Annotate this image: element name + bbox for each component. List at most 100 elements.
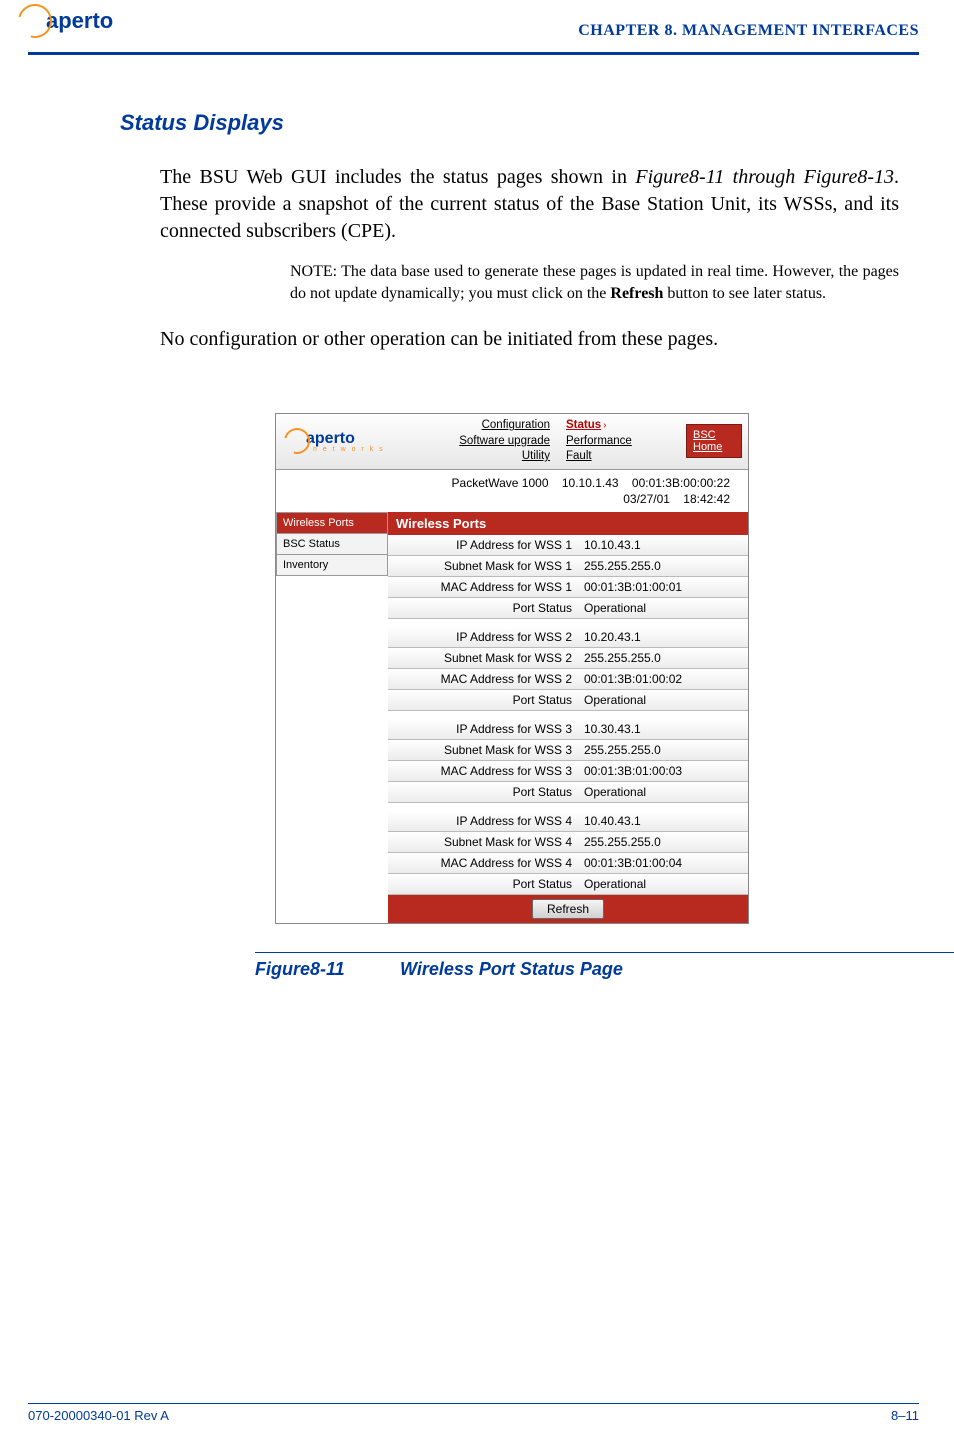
figure-title: Wireless Port Status Page [400,959,623,979]
port-row: MAC Address for WSS 300:01:3B:01:00:03 [388,761,748,782]
refresh-bar: Refresh [388,895,748,923]
port-row: IP Address for WSS 110.10.43.1 [388,535,748,556]
port-row-label: Subnet Mask for WSS 3 [388,740,578,760]
note-label: NOTE: [290,263,337,280]
topnav-configuration[interactable]: Configuration [430,418,550,434]
refresh-button[interactable]: Refresh [532,899,604,919]
topnav-col-2: Status› Performance Fault [558,414,686,469]
port-row: Port StatusOperational [388,874,748,895]
topnav-fault[interactable]: Fault [566,449,678,465]
sidebar-item-inventory[interactable]: Inventory [276,555,388,576]
figure-wrap: aperto n e t w o r k s Configuration Sof… [275,413,747,980]
port-block-spacer [388,711,748,719]
port-row: MAC Address for WSS 200:01:3B:01:00:02 [388,669,748,690]
gui-top-bar: aperto n e t w o r k s Configuration Sof… [276,414,748,470]
device-date: 03/27/01 [623,492,670,506]
gui-screenshot: aperto n e t w o r k s Configuration Sof… [275,413,749,924]
gui-sidebar: Wireless Ports BSC Status Inventory [276,512,388,576]
port-row: Subnet Mask for WSS 2255.255.255.0 [388,648,748,669]
port-row-label: Port Status [388,690,578,710]
port-row-label: MAC Address for WSS 3 [388,761,578,781]
port-row: IP Address for WSS 310.30.43.1 [388,719,748,740]
port-row-value: 00:01:3B:01:00:04 [578,853,748,873]
topnav-utility[interactable]: Utility [430,449,550,465]
active-caret-icon: › [603,420,606,431]
bsc-home-button[interactable]: BSC Home [686,424,742,458]
port-row: IP Address for WSS 410.40.43.1 [388,811,748,832]
closing-paragraph: No configuration or other operation can … [160,326,899,353]
page-footer: 070-20000340-01 Rev A 8–11 [28,1403,919,1423]
gui-logo: aperto n e t w o r k s [276,414,422,469]
intro-figure-ref: Figure8-11 through Figure8-13 [635,166,894,188]
gui-infobar-line1: PacketWave 1000 10.10.1.43 00:01:3B:00:0… [276,470,748,492]
topnav-status-label: Status [566,419,601,431]
port-row-label: Port Status [388,598,578,618]
port-row-value: 10.10.43.1 [578,535,748,555]
port-row-label: IP Address for WSS 1 [388,535,578,555]
port-row-label: MAC Address for WSS 1 [388,577,578,597]
section-heading: Status Displays [120,110,899,136]
gui-body: Wireless Ports BSC Status Inventory Wire… [276,512,748,923]
footer-right: 8–11 [891,1408,919,1423]
topnav-software-upgrade[interactable]: Software upgrade [430,434,550,450]
note-block: NOTE: The data base used to generate the… [290,261,899,304]
port-row-label: MAC Address for WSS 4 [388,853,578,873]
intro-paragraph: The BSU Web GUI includes the status page… [160,164,899,245]
port-row-label: IP Address for WSS 2 [388,627,578,647]
brand-logo: aperto [18,4,113,38]
port-row: MAC Address for WSS 400:01:3B:01:00:04 [388,853,748,874]
port-row-value: 10.40.43.1 [578,811,748,831]
figure-number: Figure8-11 [255,959,395,980]
device-time: 18:42:42 [683,492,730,506]
port-row-value: 255.255.255.0 [578,556,748,576]
sidebar-item-wireless-ports[interactable]: Wireless Ports [276,512,388,534]
port-row-value: Operational [578,782,748,802]
port-row-label: Subnet Mask for WSS 2 [388,648,578,668]
port-block-spacer [388,619,748,627]
logo-text: aperto [46,8,113,34]
page-content: Status Displays The BSU Web GUI includes… [120,110,899,980]
port-row: Subnet Mask for WSS 3255.255.255.0 [388,740,748,761]
port-row-value: 255.255.255.0 [578,740,748,760]
port-row-value: 10.30.43.1 [578,719,748,739]
port-row: Port StatusOperational [388,690,748,711]
device-mac: 00:01:3B:00:00:22 [632,476,730,490]
port-row-value: 255.255.255.0 [578,648,748,668]
footer-left: 070-20000340-01 Rev A [28,1408,169,1423]
page-header: aperto CHAPTER 8. MANAGEMENT INTERFACES [28,10,919,55]
note-text-b: button to see later status. [663,285,826,302]
port-row-value: Operational [578,690,748,710]
port-row-label: IP Address for WSS 3 [388,719,578,739]
ports-container: IP Address for WSS 110.10.43.1Subnet Mas… [388,535,748,895]
port-row: IP Address for WSS 210.20.43.1 [388,627,748,648]
panel-header: Wireless Ports [388,512,748,535]
port-row-label: MAC Address for WSS 2 [388,669,578,689]
port-row-label: Port Status [388,782,578,802]
port-row-label: IP Address for WSS 4 [388,811,578,831]
port-row-value: 255.255.255.0 [578,832,748,852]
port-row: Port StatusOperational [388,598,748,619]
port-row-value: 00:01:3B:01:00:03 [578,761,748,781]
figure-caption: Figure8-11 Wireless Port Status Page [255,959,747,980]
port-row: MAC Address for WSS 100:01:3B:01:00:01 [388,577,748,598]
gui-infobar-line2: 03/27/01 18:42:42 [276,492,748,512]
port-row: Subnet Mask for WSS 1255.255.255.0 [388,556,748,577]
port-block-spacer [388,803,748,811]
figure-rule [255,952,954,953]
port-row-label: Subnet Mask for WSS 1 [388,556,578,576]
port-row-label: Port Status [388,874,578,894]
topnav-performance[interactable]: Performance [566,434,678,450]
home-cell: BSC Home [686,414,748,469]
logo-swirl-icon [12,0,58,44]
port-row-value: 00:01:3B:01:00:01 [578,577,748,597]
sidebar-item-bsc-status[interactable]: BSC Status [276,534,388,555]
gui-main: Wireless Ports IP Address for WSS 110.10… [388,512,748,923]
port-row: Port StatusOperational [388,782,748,803]
topnav-status[interactable]: Status› [566,418,678,434]
port-row-value: 10.20.43.1 [578,627,748,647]
gui-logo-subtext: n e t w o r k s [313,446,385,453]
port-row-value: 00:01:3B:01:00:02 [578,669,748,689]
topnav-col-1: Configuration Software upgrade Utility [422,414,558,469]
device-ip: 10.10.1.43 [562,476,619,490]
device-name: PacketWave 1000 [452,476,549,490]
